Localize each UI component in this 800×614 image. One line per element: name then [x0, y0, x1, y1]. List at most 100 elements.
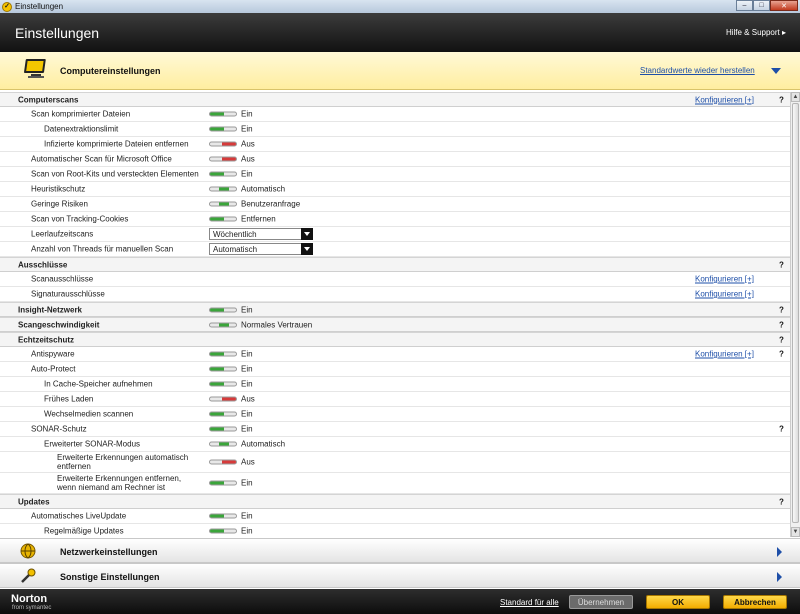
setting-row: Automatisches LiveUpdate Ein — [0, 509, 790, 524]
network-settings-label: Netzwerkeinstellungen — [60, 547, 158, 557]
idle-scan-select[interactable]: Wöchentlich — [209, 228, 313, 240]
toggle-switch[interactable] — [209, 513, 237, 519]
standard-for-all-link[interactable]: Standard für alle — [500, 598, 559, 607]
setting-row: Infizierte komprimierte Dateien entferne… — [0, 137, 790, 152]
configure-antispyware-link[interactable]: Konfigurieren [+] — [695, 350, 754, 359]
setting-row: Anzahl von Threads für manuellen Scan Au… — [0, 242, 790, 257]
norton-app-icon: ✓ — [2, 1, 12, 12]
configure-computerscans-link[interactable]: Konfigurieren [+] — [695, 95, 754, 104]
setting-row: Regelmäßige Updates Ein — [0, 524, 790, 537]
apply-button[interactable]: Übernehmen — [569, 595, 633, 609]
category-insight: Insight-Netzwerk Ein ? — [0, 302, 790, 317]
toggle-switch[interactable] — [209, 528, 237, 534]
toggle-value: Automatisch — [241, 184, 286, 194]
setting-label: Automatisches LiveUpdate — [31, 511, 127, 521]
other-settings-label: Sonstige Einstellungen — [60, 572, 160, 582]
setting-label: Automatischer Scan für Microsoft Office — [31, 154, 172, 164]
vertical-scrollbar[interactable]: ▲ ▼ — [790, 92, 800, 537]
toggle-switch[interactable] — [209, 381, 237, 387]
category-label: Updates — [18, 497, 50, 506]
toggle-switch[interactable] — [209, 216, 237, 222]
settings-list: Computerscans Konfigurieren [+] ? Scan k… — [0, 92, 790, 537]
setting-label: Wechselmedien scannen — [44, 409, 134, 419]
window-controls: – □ ✕ — [736, 0, 798, 11]
globe-icon — [20, 543, 36, 559]
ok-button[interactable]: OK — [646, 595, 710, 609]
restore-defaults-link[interactable]: Standardwerte wieder herstellen — [640, 66, 755, 75]
setting-label: Anzahl von Threads für manuellen Scan — [31, 244, 174, 254]
help-icon[interactable]: ? — [779, 260, 784, 269]
category-label: Computerscans — [18, 95, 79, 104]
cancel-button[interactable]: Abbrechen — [723, 595, 787, 609]
setting-row: Erweiterte Erkennungen automatisch entfe… — [0, 452, 790, 473]
collapse-arrow-icon[interactable] — [771, 68, 781, 74]
setting-row: Erweiterter SONAR-Modus Automatisch — [0, 437, 790, 452]
help-icon[interactable]: ? — [779, 425, 784, 434]
setting-label: Erweiterte Erkennungen automatisch entfe… — [57, 453, 189, 471]
scroll-thumb[interactable] — [792, 103, 799, 523]
setting-label: In Cache-Speicher aufnehmen — [44, 379, 153, 389]
dropdown-arrow-icon[interactable] — [301, 228, 313, 240]
window-title: Einstellungen — [15, 2, 64, 11]
toggle-switch[interactable] — [209, 201, 237, 207]
monitor-icon — [24, 59, 46, 78]
toggle-switch[interactable] — [209, 171, 237, 177]
toggle-switch[interactable] — [209, 441, 237, 447]
maximize-button[interactable]: □ — [753, 0, 770, 11]
setting-label: Erweiterter SONAR-Modus — [44, 439, 141, 449]
setting-row: Leerlaufzeitscans Wöchentlich — [0, 227, 790, 242]
toggle-switch[interactable] — [209, 126, 237, 132]
toggle-switch[interactable] — [209, 366, 237, 372]
toggle-switch[interactable] — [209, 459, 237, 465]
toggle-switch[interactable] — [209, 426, 237, 432]
help-icon[interactable]: ? — [779, 305, 784, 314]
minimize-button[interactable]: – — [736, 0, 753, 11]
help-icon[interactable]: ? — [779, 95, 784, 104]
chevron-right-icon[interactable] — [777, 572, 782, 582]
help-support-link[interactable]: Hilfe & Support ▸ — [726, 28, 786, 37]
setting-label: Regelmäßige Updates — [44, 526, 124, 536]
setting-row: Antispyware Ein Konfigurieren [+] ? — [0, 347, 790, 362]
setting-label: Frühes Laden — [44, 394, 94, 404]
configure-signature-exclusions-link[interactable]: Konfigurieren [+] — [695, 290, 754, 299]
toggle-switch[interactable] — [209, 351, 237, 357]
help-icon[interactable]: ? — [779, 350, 784, 359]
toggle-switch[interactable] — [209, 396, 237, 402]
category-label: Scangeschwindigkeit — [18, 320, 100, 329]
threads-select[interactable]: Automatisch — [209, 243, 313, 255]
scroll-up-icon[interactable]: ▲ — [791, 92, 800, 102]
toggle-switch[interactable] — [209, 411, 237, 417]
setting-label: Datenextraktionslimit — [44, 124, 119, 134]
setting-label: Signaturausschlüsse — [31, 289, 105, 299]
logo-subtitle: from symantec — [12, 605, 52, 611]
setting-row: Erweiterte Erkennungen entfernen, wenn n… — [0, 473, 790, 494]
chevron-right-icon[interactable] — [777, 547, 782, 557]
toggle-switch[interactable] — [209, 156, 237, 162]
dropdown-arrow-icon[interactable] — [301, 243, 313, 255]
toggle-value: Ein — [241, 424, 253, 434]
toggle-value: Ein — [241, 124, 253, 134]
close-button[interactable]: ✕ — [770, 0, 798, 11]
network-settings-bar[interactable]: Netzwerkeinstellungen — [0, 538, 800, 563]
setting-row: Scan komprimierter Dateien Ein — [0, 107, 790, 122]
toggle-value: Entfernen — [241, 214, 276, 224]
category-updates: Updates ? — [0, 494, 790, 509]
toggle-value: Automatisch — [241, 439, 286, 449]
scroll-down-icon[interactable]: ▼ — [791, 527, 800, 537]
toggle-switch[interactable] — [209, 141, 237, 147]
toggle-switch[interactable] — [209, 186, 237, 192]
configure-scan-exclusions-link[interactable]: Konfigurieren [+] — [695, 275, 754, 284]
setting-label: Scan von Root-Kits und versteckten Eleme… — [31, 169, 199, 179]
help-icon[interactable]: ? — [779, 497, 784, 506]
help-icon[interactable]: ? — [779, 335, 784, 344]
toggle-switch[interactable] — [209, 111, 237, 117]
other-settings-bar[interactable]: Sonstige Einstellungen — [0, 563, 800, 588]
help-icon[interactable]: ? — [779, 320, 784, 329]
toggle-switch[interactable] — [209, 480, 237, 486]
toggle-value: Ein — [241, 109, 253, 119]
toggle-value: Ein — [241, 409, 253, 419]
toggle-switch[interactable] — [209, 322, 237, 327]
setting-label: Scan von Tracking-Cookies — [31, 214, 129, 224]
toggle-switch[interactable] — [209, 307, 237, 312]
toggle-value: Aus — [241, 394, 255, 404]
